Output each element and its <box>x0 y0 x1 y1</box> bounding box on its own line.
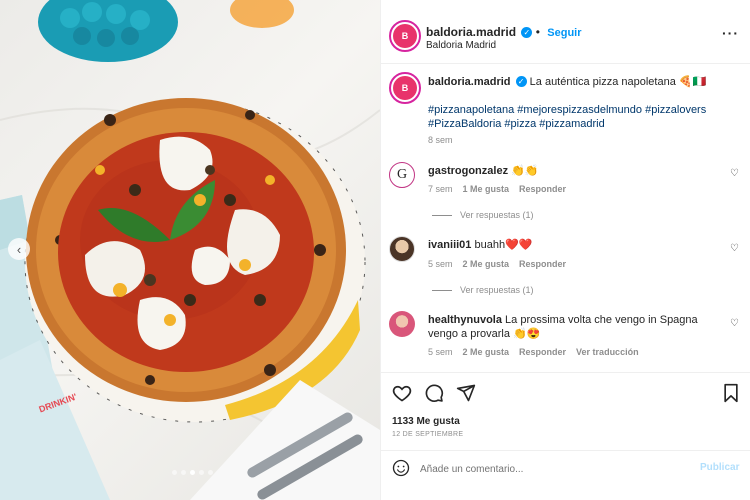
reply-button[interactable]: Responder <box>519 184 566 194</box>
verified-icon: ✓ <box>515 76 527 87</box>
header-divider <box>380 63 750 64</box>
commenter-avatar[interactable] <box>389 311 415 337</box>
post-date: 12 DE SEPTIEMBRE <box>392 431 464 438</box>
likes-count[interactable]: 1133 Me gusta <box>392 416 460 427</box>
replies-line <box>432 214 452 216</box>
add-comment-bar: Publicar <box>380 450 750 500</box>
actions-divider <box>380 372 750 373</box>
comment-meta: 7 sem 1 Me gusta Responder <box>428 184 566 194</box>
comment-item: healthynuvola La prossima volta che veng… <box>428 313 718 341</box>
post-caption: baldoria.madrid ✓ La auténtica pizza nap… <box>428 75 728 89</box>
pizza-photo-illustration <box>0 0 380 500</box>
verified-icon: ✓ <box>521 27 533 38</box>
comment-like-heart-icon[interactable]: ♡ <box>730 243 739 254</box>
post-header: baldoria.madrid ✓ • Seguir <box>426 25 582 39</box>
chevron-left-icon: ‹ <box>16 241 22 257</box>
caption-username[interactable]: baldoria.madrid <box>428 76 511 88</box>
comment-text: buahh❤️❤️ <box>474 239 533 251</box>
more-options-icon[interactable]: ··· <box>722 25 739 41</box>
view-replies-label: Ver respuestas (1) <box>460 210 534 220</box>
carousel-prev-button[interactable]: ‹ <box>8 238 30 260</box>
comment-item: gastrogonzalez 👏👏 <box>428 164 728 178</box>
carousel-dot <box>208 470 213 475</box>
comment-username[interactable]: ivaniii01 <box>428 239 471 251</box>
header-username[interactable]: baldoria.madrid <box>426 25 516 39</box>
comment-input[interactable] <box>420 461 680 477</box>
comment-likes[interactable]: 1 Me gusta <box>463 184 510 194</box>
comment-meta: 5 sem 2 Me gusta Responder <box>428 259 566 269</box>
commenter-avatar[interactable]: G <box>389 162 415 188</box>
view-replies-label: Ver respuestas (1) <box>460 285 534 295</box>
view-replies-button[interactable]: Ver respuestas (1) <box>432 285 534 295</box>
comment-text: 👏👏 <box>511 165 539 177</box>
comment-likes[interactable]: 2 Me gusta <box>463 259 510 269</box>
profile-avatar[interactable]: B <box>389 20 421 52</box>
carousel-dot <box>199 470 204 475</box>
translate-button[interactable]: Ver traducción <box>576 347 639 357</box>
like-heart-icon[interactable] <box>392 383 412 408</box>
reply-button[interactable]: Responder <box>519 347 566 357</box>
post-actions <box>392 383 476 408</box>
carousel-dot <box>181 470 186 475</box>
brand-logo-icon: B <box>393 76 417 100</box>
carousel-dot <box>172 470 177 475</box>
comment-username[interactable]: healthynuvola <box>428 314 502 326</box>
reply-button[interactable]: Responder <box>519 259 566 269</box>
comment-like-heart-icon[interactable]: ♡ <box>730 318 739 329</box>
comment-bubble-icon[interactable] <box>424 383 444 408</box>
comment-username[interactable]: gastrogonzalez <box>428 165 508 177</box>
post-hashtags[interactable]: #pizzanapoletana #mejorespizzasdelmundo … <box>428 103 718 131</box>
caption-text: La auténtica pizza napoletana 🍕🇮🇹 <box>529 76 707 88</box>
comment-like-heart-icon[interactable]: ♡ <box>730 168 739 179</box>
comment-meta: 5 sem 2 Me gusta Responder Ver traducció… <box>428 347 639 357</box>
emoji-smiley-icon[interactable] <box>392 459 410 482</box>
post-time: 8 sem <box>428 135 453 145</box>
comment-item: ivaniii01 buahh❤️❤️ <box>428 238 728 252</box>
view-replies-button[interactable]: Ver respuestas (1) <box>432 210 534 220</box>
comment-likes[interactable]: 2 Me gusta <box>463 347 510 357</box>
carousel-dot <box>190 470 195 475</box>
share-paper-plane-icon[interactable] <box>456 383 476 408</box>
caption-avatar[interactable]: B <box>389 72 421 104</box>
separator-dot: • <box>535 25 540 39</box>
comment-time: 5 sem <box>428 347 453 357</box>
follow-button[interactable]: Seguir <box>547 27 581 39</box>
replies-line <box>432 289 452 291</box>
comment-time: 7 sem <box>428 184 453 194</box>
comment-time: 5 sem <box>428 259 453 269</box>
publish-button[interactable]: Publicar <box>700 462 739 473</box>
brand-logo-icon: B <box>393 24 417 48</box>
save-bookmark-icon[interactable] <box>722 383 740 408</box>
commenter-avatar[interactable] <box>389 236 415 262</box>
post-photo[interactable]: DRINKIN' ‹ <box>0 0 380 500</box>
location-link[interactable]: Baldoria Madrid <box>426 40 496 51</box>
carousel-dots <box>172 470 213 475</box>
